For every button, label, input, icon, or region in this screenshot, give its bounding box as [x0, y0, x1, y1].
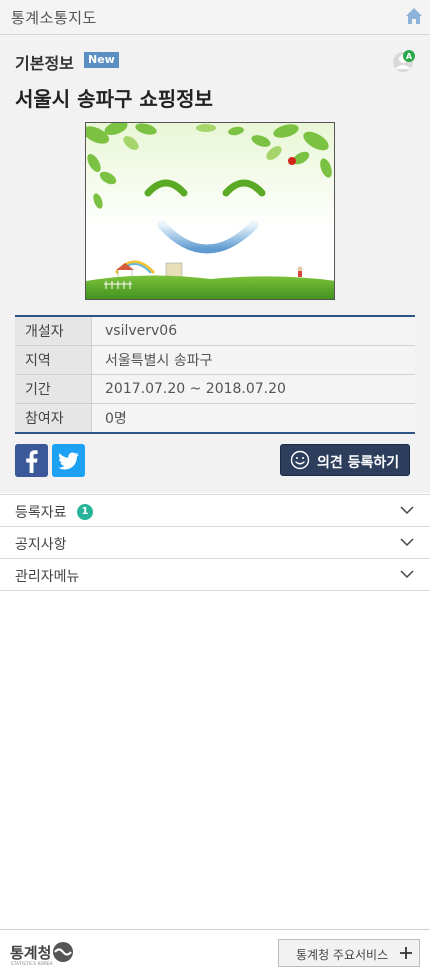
twitter-icon[interactable] [52, 444, 85, 477]
info-table: 개설자 vsilverv06 지역 서울특별시 송파구 기간 2017.07.2… [15, 315, 415, 434]
accordion-label: 공지사항 [15, 537, 67, 553]
row-value: 2017.07.20 ~ 2018.07.20 [91, 374, 415, 404]
row-label: 기간 [15, 374, 92, 404]
table-row: 개설자 vsilverv06 [15, 316, 415, 346]
map-thumbnail [85, 122, 335, 300]
accordion-notice[interactable]: 공지사항 [0, 527, 430, 559]
new-badge: New [84, 52, 119, 68]
top-bar: 통계소통지도 [0, 0, 430, 35]
svg-text:A: A [406, 52, 413, 61]
home-icon[interactable] [405, 7, 423, 25]
row-value: 0명 [91, 403, 415, 433]
accordion-admin-menu[interactable]: 관리자메뉴 [0, 559, 430, 591]
table-row: 참여자 0명 [15, 403, 415, 433]
footer: 통계청 STATISTICS KOREA 통계청 주요서비스 [0, 929, 430, 977]
section-title: 기본정보 [15, 54, 74, 73]
footer-logo-subtext: STATISTICS KOREA [11, 961, 53, 966]
row-label: 개설자 [15, 316, 92, 346]
accordion-registered-data[interactable]: 등록자료 1 [0, 494, 430, 527]
row-label: 지역 [15, 345, 92, 375]
government-logo-icon [53, 942, 73, 962]
footer-logo-text: 통계청 [10, 944, 52, 962]
row-label: 참여자 [15, 403, 92, 433]
page-title: 서울시 송파구 쇼핑정보 [15, 87, 213, 111]
table-row: 기간 2017.07.20 ~ 2018.07.20 [15, 374, 415, 404]
smiling-nature-illustration [86, 123, 334, 299]
main-services-button[interactable]: 통계청 주요서비스 [278, 939, 420, 967]
table-row: 지역 서울특별시 송파구 [15, 345, 415, 375]
user-a-icon[interactable]: A [392, 49, 416, 73]
row-value: 서울특별시 송파구 [91, 345, 415, 375]
chevron-down-icon [400, 506, 414, 515]
chevron-down-icon [400, 538, 414, 547]
plus-icon [400, 947, 412, 959]
basic-info-section: 기본정보 New A 서울시 송파구 쇼핑정보 개설자 vsilverv06 지… [0, 35, 430, 493]
chevron-down-icon [400, 570, 414, 579]
main-services-label: 통계청 주요서비스 [296, 948, 389, 962]
register-opinion-button[interactable]: 의견 등록하기 [280, 444, 410, 476]
accordion-label: 등록자료 [15, 505, 67, 521]
count-badge: 1 [77, 504, 93, 520]
row-value: vsilverv06 [91, 316, 415, 346]
smile-icon [290, 450, 310, 470]
accordion-label: 관리자메뉴 [15, 569, 80, 585]
app-title: 통계소통지도 [11, 9, 97, 27]
facebook-icon[interactable] [15, 444, 48, 477]
register-opinion-label: 의견 등록하기 [317, 455, 400, 471]
